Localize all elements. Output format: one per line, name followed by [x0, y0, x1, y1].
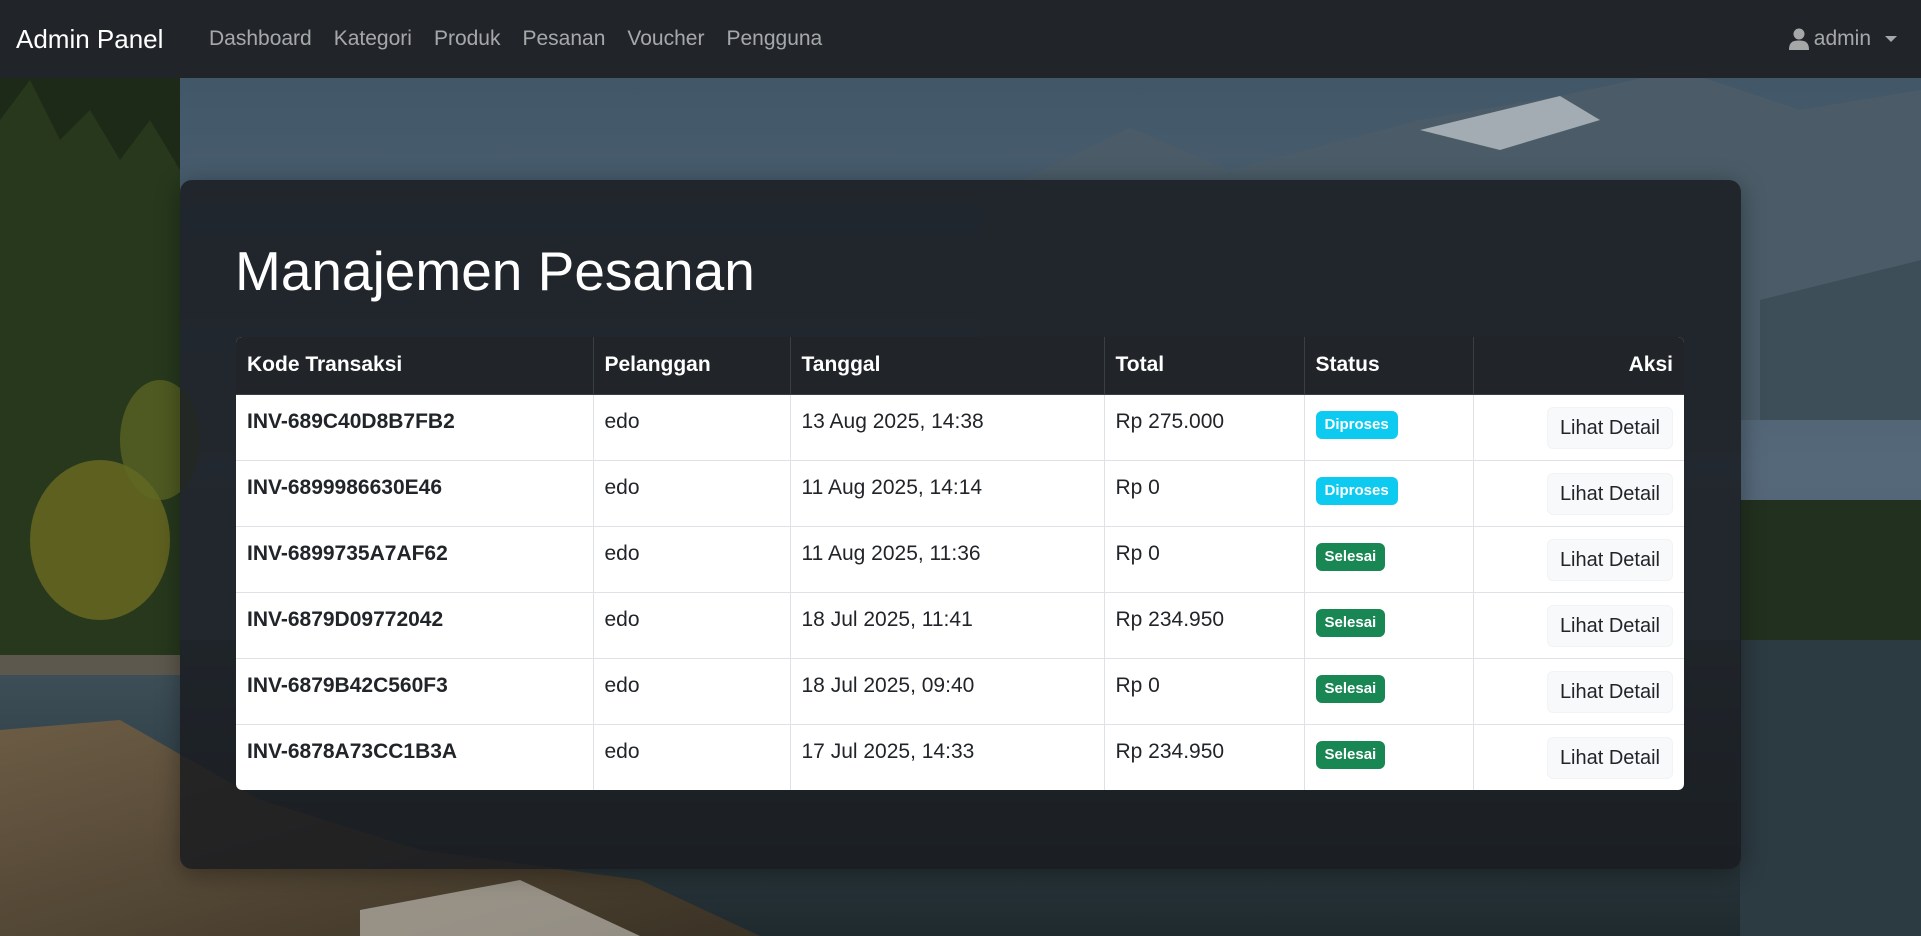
- customer-name: edo: [593, 460, 791, 527]
- order-total: Rp 0: [1104, 460, 1305, 527]
- nav-link-dashboard[interactable]: Dashboard: [198, 27, 323, 50]
- transaction-code: INV-6879B42C560F3: [236, 658, 594, 725]
- customer-name: edo: [593, 658, 791, 725]
- status-badge: Selesai: [1315, 674, 1386, 703]
- column-header-code: Kode Transaksi: [236, 337, 594, 395]
- customer-name: edo: [593, 724, 791, 790]
- brand-link[interactable]: Admin Panel: [16, 22, 163, 56]
- orders-table-body: INV-689C40D8B7FB2 edo 13 Aug 2025, 14:38…: [236, 394, 1684, 790]
- table-row: INV-6879D09772042 edo 18 Jul 2025, 11:41…: [236, 592, 1684, 659]
- top-navbar: Admin Panel Dashboard Kategori Produk Pe…: [0, 0, 1921, 78]
- table-row: INV-6899986630E46 edo 11 Aug 2025, 14:14…: [236, 460, 1684, 527]
- view-detail-button[interactable]: Lihat Detail: [1546, 670, 1673, 713]
- order-total: Rp 0: [1104, 526, 1305, 593]
- table-row: INV-6899735A7AF62 edo 11 Aug 2025, 11:36…: [236, 526, 1684, 593]
- orders-table-header: Kode Transaksi Pelanggan Tanggal Total S…: [236, 337, 1684, 395]
- order-date: 13 Aug 2025, 14:38: [790, 394, 1105, 461]
- orders-table: Kode Transaksi Pelanggan Tanggal Total S…: [236, 337, 1684, 790]
- page-title: Manajemen Pesanan: [235, 240, 755, 302]
- status-badge: Diproses: [1315, 476, 1398, 505]
- table-row: INV-689C40D8B7FB2 edo 13 Aug 2025, 14:38…: [236, 394, 1684, 461]
- user-dropdown-toggle[interactable]: admin: [1788, 26, 1897, 52]
- order-date: 18 Jul 2025, 11:41: [790, 592, 1105, 659]
- status-badge: Selesai: [1315, 740, 1386, 769]
- chevron-down-icon: [1885, 36, 1897, 42]
- transaction-code: INV-6879D09772042: [236, 592, 594, 659]
- transaction-code: INV-6899986630E46: [236, 460, 594, 527]
- user-icon: [1788, 28, 1809, 50]
- transaction-code: INV-6899735A7AF62: [236, 526, 594, 593]
- status-badge: Selesai: [1315, 542, 1386, 571]
- column-header-date: Tanggal: [790, 337, 1105, 395]
- column-header-action: Aksi: [1473, 337, 1684, 395]
- nav-links: Dashboard Kategori Produk Pesanan Vouche…: [198, 26, 833, 52]
- user-name: admin: [1813, 27, 1871, 50]
- orders-table-wrapper: Kode Transaksi Pelanggan Tanggal Total S…: [236, 337, 1684, 790]
- order-total: Rp 275.000: [1104, 394, 1305, 461]
- nav-link-pesanan[interactable]: Pesanan: [512, 27, 617, 50]
- column-header-customer: Pelanggan: [593, 337, 791, 395]
- transaction-code: INV-6878A73CC1B3A: [236, 724, 594, 790]
- nav-link-kategori[interactable]: Kategori: [323, 27, 423, 50]
- view-detail-button[interactable]: Lihat Detail: [1546, 538, 1673, 581]
- view-detail-button[interactable]: Lihat Detail: [1546, 736, 1673, 779]
- order-total: Rp 0: [1104, 658, 1305, 725]
- customer-name: edo: [593, 394, 791, 461]
- customer-name: edo: [593, 592, 791, 659]
- order-date: 18 Jul 2025, 09:40: [790, 658, 1105, 725]
- status-badge: Diproses: [1315, 410, 1398, 439]
- table-row: INV-6878A73CC1B3A edo 17 Jul 2025, 14:33…: [236, 724, 1684, 790]
- order-total: Rp 234.950: [1104, 592, 1305, 659]
- view-detail-button[interactable]: Lihat Detail: [1546, 472, 1673, 515]
- transaction-code: INV-689C40D8B7FB2: [236, 394, 594, 461]
- order-date: 17 Jul 2025, 14:33: [790, 724, 1105, 790]
- order-date: 11 Aug 2025, 14:14: [790, 460, 1105, 527]
- nav-link-produk[interactable]: Produk: [423, 27, 512, 50]
- nav-link-pengguna[interactable]: Pengguna: [715, 27, 833, 50]
- customer-name: edo: [593, 526, 791, 593]
- column-header-status: Status: [1304, 337, 1474, 395]
- table-row: INV-6879B42C560F3 edo 18 Jul 2025, 09:40…: [236, 658, 1684, 725]
- status-badge: Selesai: [1315, 608, 1386, 637]
- order-total: Rp 234.950: [1104, 724, 1305, 790]
- view-detail-button[interactable]: Lihat Detail: [1546, 406, 1673, 449]
- orders-card: Manajemen Pesanan Kode Transaksi Pelangg…: [180, 180, 1741, 869]
- nav-link-voucher[interactable]: Voucher: [616, 27, 715, 50]
- order-date: 11 Aug 2025, 11:36: [790, 526, 1105, 593]
- column-header-total: Total: [1104, 337, 1305, 395]
- view-detail-button[interactable]: Lihat Detail: [1546, 604, 1673, 647]
